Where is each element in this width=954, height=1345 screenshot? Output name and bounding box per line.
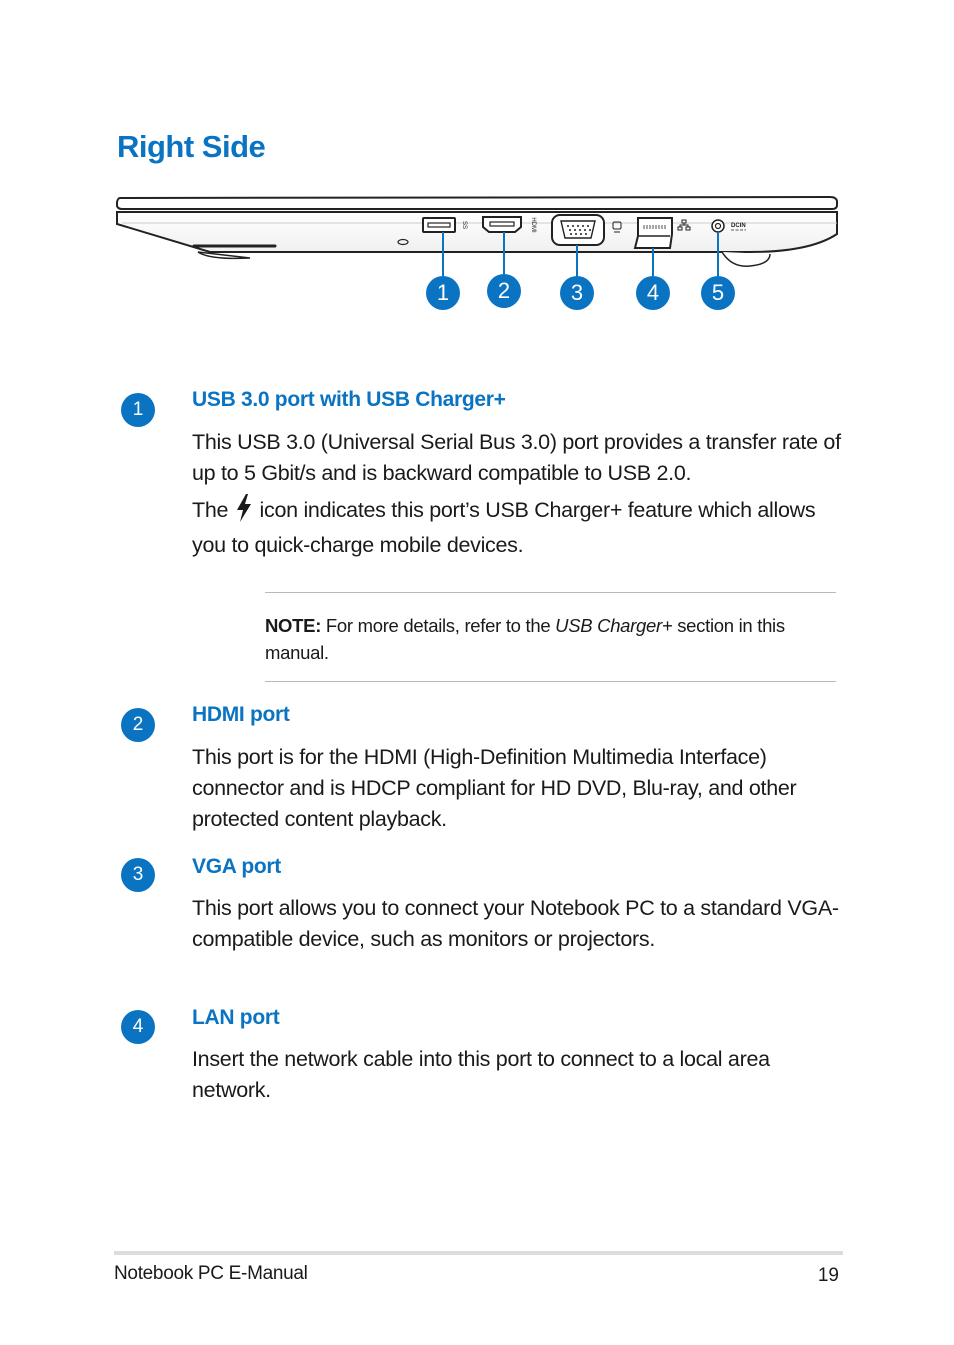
note-label: NOTE: (265, 615, 322, 636)
svg-text:SS: SS (461, 221, 467, 229)
note-reference: USB Charger+ (555, 615, 673, 636)
section-heading-usb: USB 3.0 port with USB Charger+ (192, 388, 506, 411)
page-number: 19 (817, 1265, 839, 1286)
laptop-lid (116, 195, 838, 210)
note-top-divider (265, 592, 836, 593)
usb-text-post-icon: icon indicates this port’s USB Charger+ … (192, 498, 816, 557)
callout-badge-1: 1 (426, 276, 460, 310)
callout-badge-3: 3 (560, 276, 594, 310)
section-heading-vga: VGA port (192, 855, 281, 878)
usb-description: This USB 3.0 (Universal Serial Bus 3.0) … (192, 430, 841, 485)
callout-badge-2: 2 (487, 274, 521, 308)
section-body-lan: Insert the network cable into this port … (192, 1047, 770, 1102)
note-box: NOTE: For more details, refer to the USB… (265, 612, 840, 666)
note-text-before: For more details, refer to the (321, 615, 556, 636)
svg-text:HDMI: HDMI (530, 217, 536, 233)
lightning-bolt-icon (236, 494, 251, 522)
section-heading-hdmi: HDMI port (192, 703, 290, 726)
page-title: Right Side (117, 128, 266, 164)
section-body-vga: This port allows you to connect your Not… (192, 896, 839, 951)
section-badge-3: 3 (121, 858, 155, 892)
laptop-base (116, 211, 838, 267)
usb-text-pre-icon: The (192, 498, 229, 522)
section-badge-1: 1 (121, 393, 155, 427)
callout-badge-5: 5 (701, 276, 735, 310)
section-badge-4: 4 (121, 1010, 155, 1044)
svg-text:DCIN: DCIN (731, 223, 746, 229)
laptop-right-side-diagram: SS HDMI DCIN 1 2 3 4 5 (110, 190, 850, 325)
callout-badge-4: 4 (636, 276, 670, 310)
section-body-hdmi: This port is for the HDMI (High-Definiti… (192, 745, 797, 831)
section-body-usb: This USB 3.0 (Universal Serial Bus 3.0) … (192, 427, 852, 563)
section-badge-2: 2 (121, 708, 155, 742)
note-bottom-divider (265, 681, 836, 682)
footer-title: Notebook PC E-Manual (114, 1263, 308, 1284)
section-heading-lan: LAN port (192, 1006, 280, 1029)
footer-divider (114, 1251, 843, 1255)
